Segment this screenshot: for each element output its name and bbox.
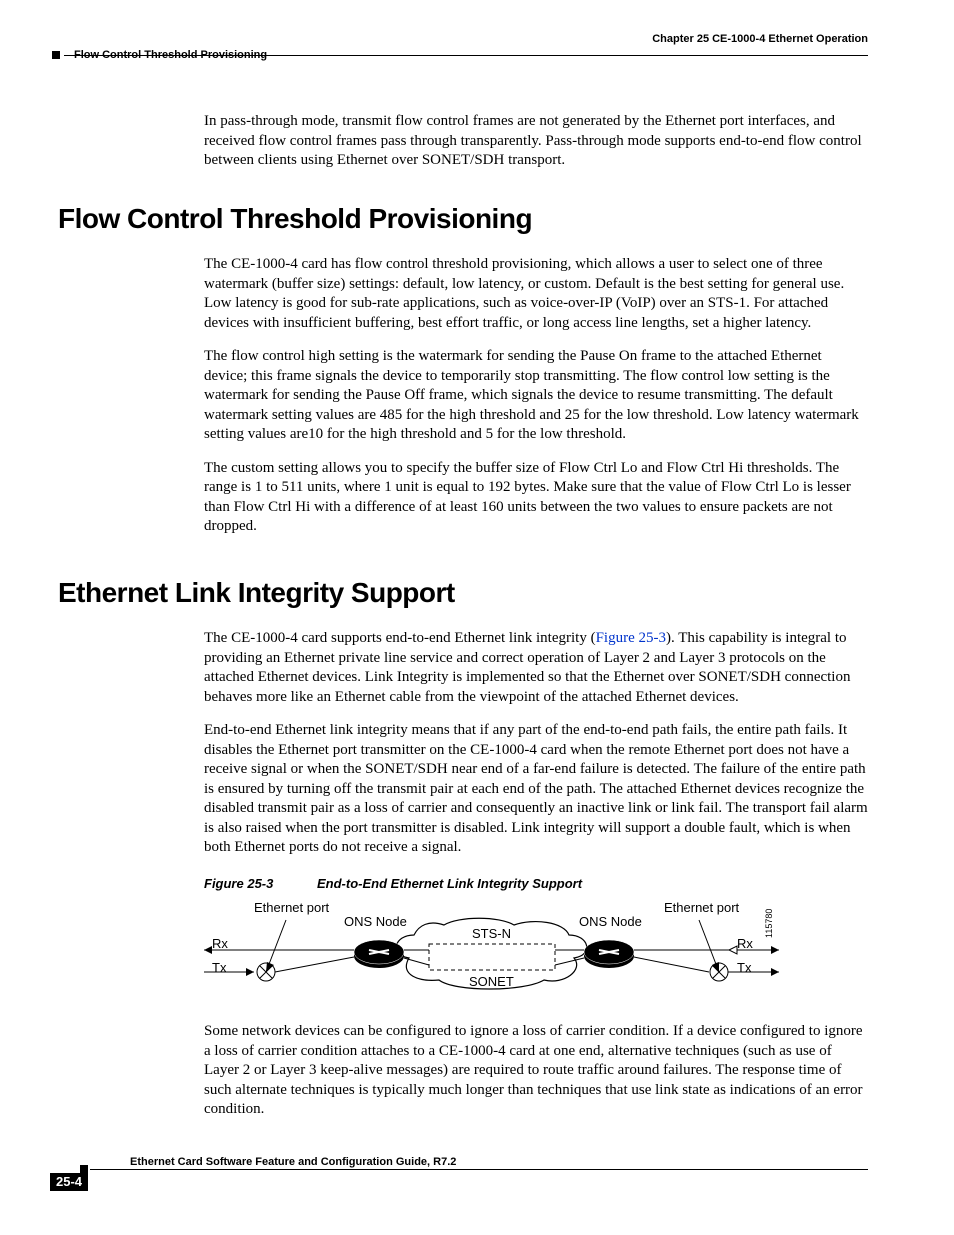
footer-rule <box>90 1169 868 1170</box>
header-section: Flow Control Threshold Provisioning <box>74 48 267 62</box>
footer-page-number: 25-4 <box>50 1173 88 1191</box>
sec1-p1: The CE-1000-4 card has flow control thre… <box>204 255 868 333</box>
intro-paragraph: In pass-through mode, transmit flow cont… <box>204 112 868 171</box>
label-sonet: SONET <box>469 974 514 991</box>
label-diagram-id: 115780 <box>764 909 776 938</box>
figure-title: End-to-End Ethernet Link Integrity Suppo… <box>317 876 582 891</box>
label-ethernet-port-right: Ethernet port <box>664 900 739 917</box>
sec2-p3: Some network devices can be configured t… <box>204 1022 868 1120</box>
label-rx-right: Rx <box>737 936 753 953</box>
label-tx-left: Tx <box>212 960 226 977</box>
sec1-p3: The custom setting allows you to specify… <box>204 459 868 537</box>
section-title-link-integrity: Ethernet Link Integrity Support <box>58 575 868 611</box>
label-ethernet-port-left: Ethernet port <box>254 900 329 917</box>
label-ons-node-right: ONS Node <box>579 914 642 931</box>
label-sts-n: STS-N <box>472 926 511 943</box>
sec2-p2: End-to-end Ethernet link integrity means… <box>204 721 868 858</box>
header-decor-square <box>52 51 60 59</box>
page-footer: Ethernet Card Software Feature and Confi… <box>50 1169 868 1199</box>
figure-25-3-diagram: Ethernet port Ethernet port ONS Node ONS… <box>204 900 784 1010</box>
section-title-flow-control: Flow Control Threshold Provisioning <box>58 201 868 237</box>
label-tx-right: Tx <box>737 960 751 977</box>
sec2-p1a: The CE-1000-4 card supports end-to-end E… <box>204 630 596 646</box>
footer-title: Ethernet Card Software Feature and Confi… <box>130 1155 456 1169</box>
sec1-p2: The flow control high setting is the wat… <box>204 347 868 445</box>
figure-label: Figure 25-3 <box>204 876 273 891</box>
label-rx-left: Rx <box>212 936 228 953</box>
figure-caption: Figure 25-3 End-to-End Ethernet Link Int… <box>204 876 868 893</box>
figure-xref-link[interactable]: Figure 25-3 <box>596 630 666 646</box>
footer-decor-square <box>80 1165 88 1173</box>
label-ons-node-left: ONS Node <box>344 914 407 931</box>
sec2-p1: The CE-1000-4 card supports end-to-end E… <box>204 629 868 707</box>
header-chapter: Chapter 25 CE-1000-4 Ethernet Operation <box>58 32 868 46</box>
